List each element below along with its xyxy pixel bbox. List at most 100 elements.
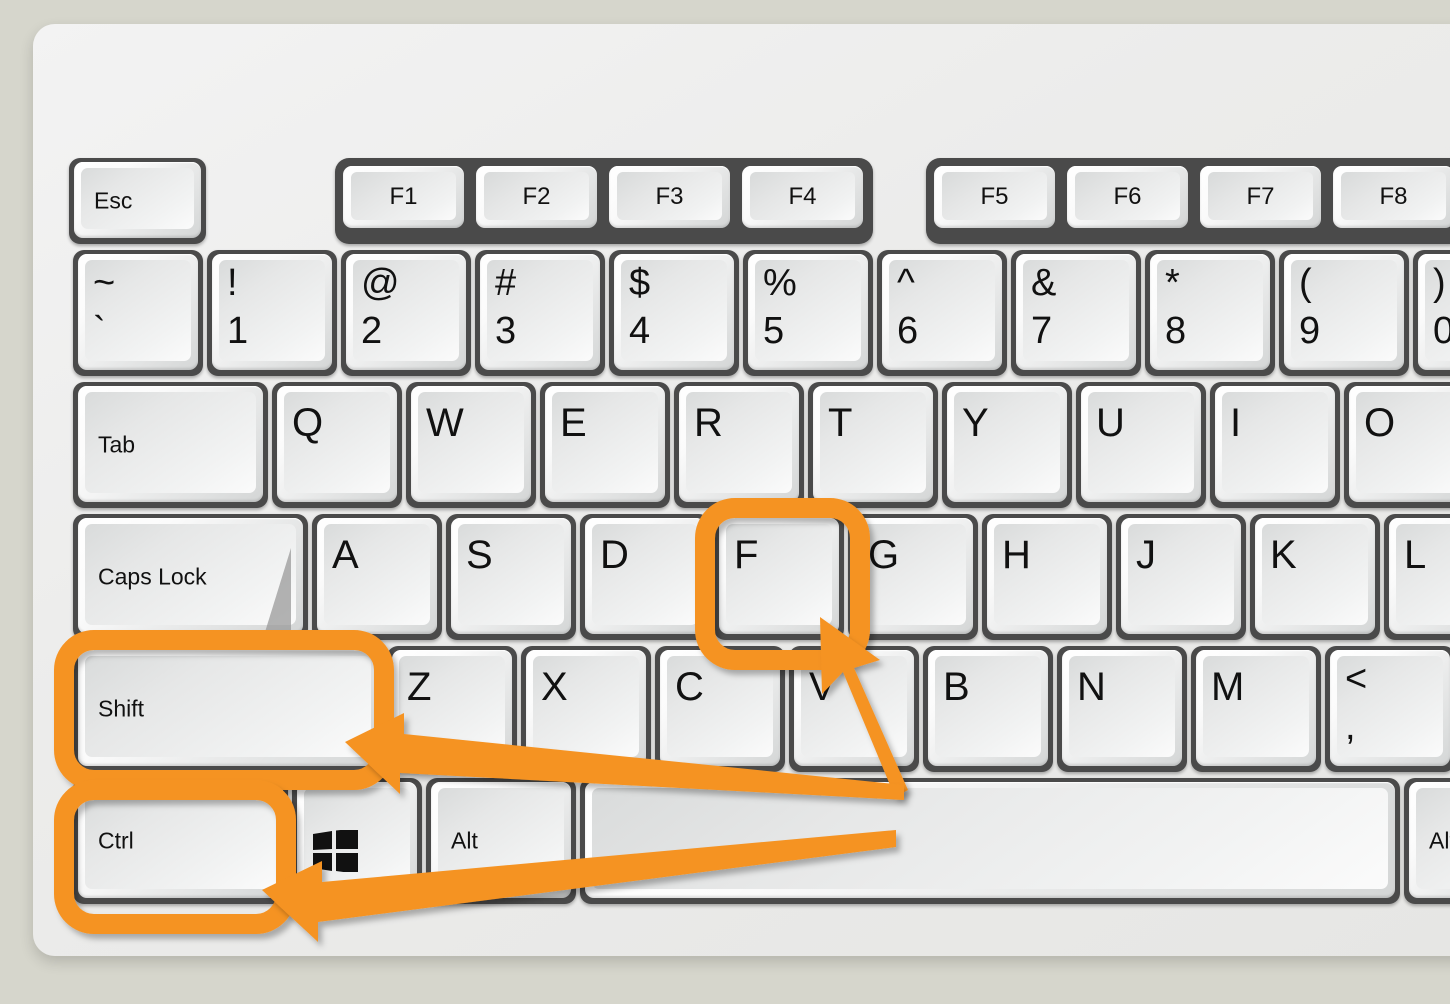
key-j[interactable]: J [1116,514,1246,640]
key-f3[interactable]: F3 [609,166,730,228]
key-label-tilde: ~ [93,262,116,304]
key-label-r: R [694,401,723,445]
keyboard-chassis: Esc F1 F2 F3 F4 F5 F6 F7 F8 ~ ` ! 1 @ 2 … [33,24,1450,956]
key-f7[interactable]: F7 [1200,166,1321,228]
key-label-alt-left: Alt [451,827,478,854]
key-c[interactable]: C [655,646,785,772]
key-label-d: D [600,533,629,577]
key-label-y: Y [962,401,989,445]
key-label-0: 0 [1433,310,1450,352]
key-n[interactable]: N [1057,646,1187,772]
key-label-caret: ^ [897,262,915,304]
key-5[interactable]: % 5 [743,250,873,376]
key-r[interactable]: R [674,382,804,508]
key-label-backtick: ` [93,310,106,352]
key-f[interactable]: F [714,514,844,640]
key-label-f: F [734,533,759,577]
key-label-4: 4 [629,310,651,352]
key-label-3: 3 [495,310,517,352]
key-label-b: B [943,665,970,709]
key-comma[interactable]: < , [1325,646,1450,772]
key-m[interactable]: M [1191,646,1321,772]
key-shift-left[interactable]: Shift [73,646,383,772]
key-label-w: W [426,401,464,445]
key-2[interactable]: @ 2 [341,250,471,376]
key-label-paren-close: ) [1433,262,1446,304]
key-y[interactable]: Y [942,382,1072,508]
key-k[interactable]: K [1250,514,1380,640]
key-1[interactable]: ! 1 [207,250,337,376]
key-label-t: T [828,401,853,445]
key-s[interactable]: S [446,514,576,640]
key-caps-lock[interactable]: Caps Lock [73,514,308,640]
key-label-f3: F3 [655,183,684,210]
key-o[interactable]: O [1344,382,1450,508]
key-l[interactable]: L [1384,514,1450,640]
key-label-k: K [1270,533,1297,577]
key-label-shift: Shift [98,695,145,722]
key-f6[interactable]: F6 [1067,166,1188,228]
key-8[interactable]: * 8 [1145,250,1275,376]
key-w[interactable]: W [406,382,536,508]
key-z[interactable]: Z [387,646,517,772]
key-label-l: L [1404,533,1427,577]
key-ctrl-left[interactable]: Ctrl [73,778,288,904]
key-b[interactable]: B [923,646,1053,772]
key-tab[interactable]: Tab [73,382,268,508]
key-a[interactable]: A [312,514,442,640]
key-3[interactable]: # 3 [475,250,605,376]
key-esc[interactable]: Esc [69,158,206,244]
key-u[interactable]: U [1076,382,1206,508]
key-x[interactable]: X [521,646,651,772]
key-label-6: 6 [897,310,919,352]
key-label-c: C [675,665,704,709]
key-label-h: H [1002,533,1031,577]
key-label-o: O [1364,401,1396,445]
key-space[interactable] [580,778,1400,904]
key-label-x: X [541,665,568,709]
key-f2[interactable]: F2 [476,166,597,228]
key-label-esc: Esc [94,187,133,214]
key-label-1: 1 [227,310,249,352]
key-f8[interactable]: F8 [1333,166,1450,228]
key-label-2: 2 [361,310,383,352]
key-label-exclamation: ! [227,262,238,304]
key-9[interactable]: ( 9 [1279,250,1409,376]
key-label-s: S [466,533,493,577]
windows-logo-icon [313,830,358,872]
key-f1[interactable]: F1 [343,166,464,228]
key-windows[interactable] [292,778,422,904]
function-key-group-1: F1 F2 F3 F4 [335,158,873,244]
key-label-dollar: $ [629,262,651,304]
key-g[interactable]: G [848,514,978,640]
key-t[interactable]: T [808,382,938,508]
key-label-v: V [809,665,836,709]
key-label-u: U [1096,401,1125,445]
key-d[interactable]: D [580,514,710,640]
key-label-a: A [332,533,359,577]
key-0[interactable]: ) 0 [1413,250,1450,376]
key-h[interactable]: H [982,514,1112,640]
key-backtick[interactable]: ~ ` [73,250,203,376]
key-i[interactable]: I [1210,382,1340,508]
key-label-q: Q [292,401,324,445]
key-label-f6: F6 [1113,183,1142,210]
key-e[interactable]: E [540,382,670,508]
key-label-ampersand: & [1031,262,1057,304]
key-label-j: J [1136,533,1156,577]
key-label-i: I [1230,401,1242,445]
key-f4[interactable]: F4 [742,166,863,228]
key-4[interactable]: $ 4 [609,250,739,376]
key-6[interactable]: ^ 6 [877,250,1007,376]
key-f5[interactable]: F5 [934,166,1055,228]
function-key-group-2: F5 F6 F7 F8 [926,158,1450,244]
key-alt-left[interactable]: Alt [426,778,576,904]
key-cap [585,782,1395,898]
key-q[interactable]: Q [272,382,402,508]
key-alt-right[interactable]: Alt [1404,778,1450,904]
key-label-z: Z [407,665,432,709]
key-label-comma: , [1345,706,1356,748]
key-label-5: 5 [763,310,785,352]
key-v[interactable]: V [789,646,919,772]
key-7[interactable]: & 7 [1011,250,1141,376]
